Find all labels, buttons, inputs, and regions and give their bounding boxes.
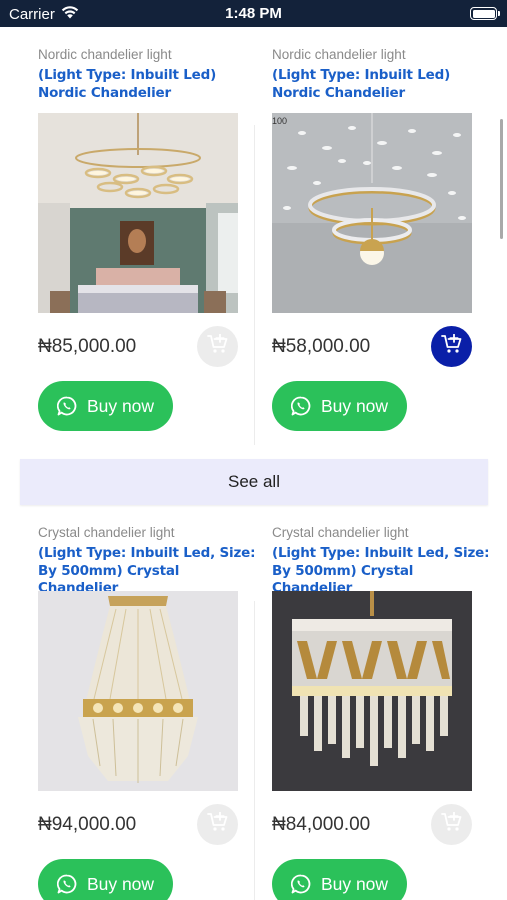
- product-image-bedroom-chandelier[interactable]: [38, 113, 238, 313]
- status-left: Carrier: [9, 5, 79, 23]
- cart-plus-icon: [440, 333, 463, 359]
- product-card[interactable]: Crystal chandelier light (Light Type: In…: [38, 495, 258, 900]
- product-title[interactable]: (Light Type: Inbuilt Led, Size: By 500mm…: [38, 545, 258, 596]
- add-to-cart-button[interactable]: [197, 326, 238, 367]
- whatsapp-icon: [290, 396, 311, 416]
- price-row: ₦84,000.00: [272, 804, 492, 845]
- buy-now-label: Buy now: [320, 873, 389, 894]
- price-row: ₦94,000.00: [38, 804, 258, 845]
- product-title[interactable]: (Light Type: Inbuilt Led) Nordic Chandel…: [272, 67, 492, 103]
- product-price: ₦94,000.00: [38, 814, 137, 835]
- status-bar: Carrier 1:48 PM: [0, 0, 507, 27]
- cart-plus-icon: [206, 333, 229, 359]
- whatsapp-icon: [56, 396, 77, 416]
- wifi-icon: [61, 5, 79, 23]
- whatsapp-icon: [56, 874, 77, 894]
- buy-now-label: Buy now: [86, 873, 155, 894]
- buy-now-label: Buy now: [86, 395, 155, 416]
- add-to-cart-button[interactable]: [431, 804, 472, 845]
- scrollbar[interactable]: [500, 119, 503, 239]
- whatsapp-icon: [290, 874, 311, 894]
- product-category: Nordic chandelier light: [38, 47, 172, 62]
- product-price: ₦85,000.00: [38, 336, 137, 357]
- add-to-cart-button[interactable]: [431, 326, 472, 367]
- product-image-ring-chandelier[interactable]: 100: [272, 113, 472, 313]
- battery-icon: [470, 7, 500, 20]
- product-title[interactable]: (Light Type: Inbuilt Led) Nordic Chandel…: [38, 67, 258, 103]
- product-category: Nordic chandelier light: [272, 47, 406, 62]
- buy-now-button[interactable]: Buy now: [38, 859, 173, 900]
- product-price: ₦84,000.00: [272, 814, 371, 835]
- buy-now-label: Buy now: [320, 395, 389, 416]
- product-card[interactable]: Nordic chandelier light (Light Type: Inb…: [272, 27, 492, 431]
- image-watermark-text: 100: [272, 116, 288, 126]
- price-row: ₦58,000.00: [272, 326, 492, 367]
- product-image-crystal-chandelier[interactable]: [38, 591, 238, 791]
- product-feed[interactable]: Nordic chandelier light (Light Type: Inb…: [0, 27, 507, 900]
- product-title[interactable]: (Light Type: Inbuilt Led, Size: By 500mm…: [272, 545, 492, 596]
- cart-plus-icon: [440, 811, 463, 837]
- add-to-cart-button[interactable]: [197, 804, 238, 845]
- product-card[interactable]: Nordic chandelier light (Light Type: Inb…: [38, 27, 258, 431]
- buy-now-button[interactable]: Buy now: [272, 381, 407, 431]
- buy-now-button[interactable]: Buy now: [38, 381, 173, 431]
- carrier-label: Carrier: [9, 5, 55, 23]
- price-row: ₦85,000.00: [38, 326, 258, 367]
- cart-plus-icon: [206, 811, 229, 837]
- product-category: Crystal chandelier light: [272, 525, 409, 540]
- product-image-gold-crystal-chandelier[interactable]: [272, 591, 472, 791]
- product-category: Crystal chandelier light: [38, 525, 175, 540]
- product-price: ₦58,000.00: [272, 336, 371, 357]
- product-card[interactable]: Crystal chandelier light (Light Type: In…: [272, 495, 492, 900]
- buy-now-button[interactable]: Buy now: [272, 859, 407, 900]
